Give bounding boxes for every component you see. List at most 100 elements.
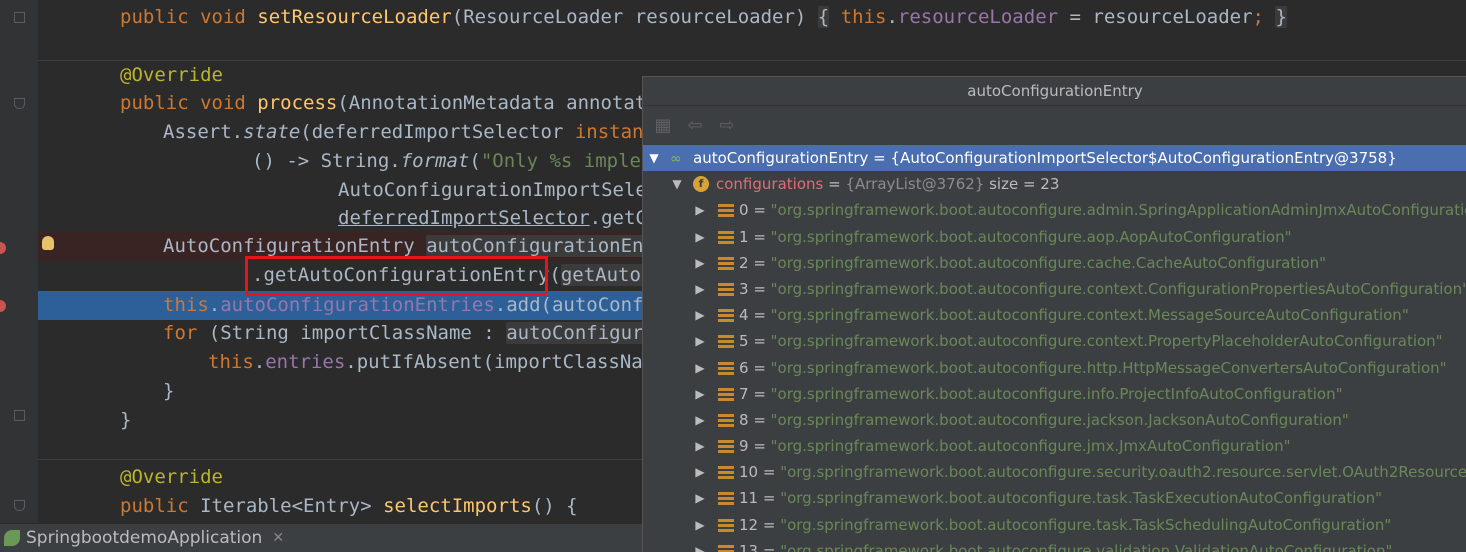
list-item[interactable]: ▶ 11 = "org.springframework.boot.autoconf… bbox=[643, 485, 1466, 511]
expand-triangle-icon[interactable]: ▶ bbox=[695, 485, 705, 511]
expand-triangle-icon[interactable]: ▶ bbox=[695, 197, 705, 223]
fold-marker-icon[interactable] bbox=[14, 98, 25, 109]
expand-triangle-icon[interactable]: ▶ bbox=[695, 407, 705, 433]
debug-inspect-popup: autoConfigurationEntry ▦ ⇦ ⇨ ▼ ∞ autoCon… bbox=[642, 76, 1466, 552]
item-value: "org.springframework.boot.autoconfigure.… bbox=[780, 463, 1466, 482]
list-element-icon bbox=[718, 492, 734, 507]
list-item[interactable]: ▶ 4 = "org.springframework.boot.autoconfi… bbox=[643, 302, 1466, 328]
tree-row-text: 7 = "org.springframework.boot.autoconfig… bbox=[739, 381, 1343, 407]
tree-row-text: 12 = "org.springframework.boot.autoconfi… bbox=[739, 512, 1391, 538]
expand-triangle-icon[interactable]: ▶ bbox=[695, 538, 705, 552]
collapse-triangle-icon[interactable]: ▼ bbox=[672, 171, 682, 197]
item-value: "org.springframework.boot.autoconfigure.… bbox=[780, 515, 1392, 534]
tree-row-text: 9 = "org.springframework.boot.autoconfig… bbox=[739, 433, 1291, 459]
equals-sign: = bbox=[748, 437, 771, 456]
run-config-tab[interactable]: SpringbootdemoApplication ✕ bbox=[0, 524, 284, 552]
expand-triangle-icon[interactable]: ▶ bbox=[695, 276, 705, 302]
list-item[interactable]: ▶ 12 = "org.springframework.boot.autoconf… bbox=[643, 512, 1466, 538]
stack-frame-icon[interactable]: ▦ bbox=[653, 117, 673, 135]
code-text: () -> String. bbox=[252, 150, 401, 172]
expand-triangle-icon[interactable]: ▶ bbox=[695, 512, 705, 538]
equals-sign: = bbox=[748, 306, 771, 325]
expand-triangle-icon[interactable]: ▶ bbox=[695, 224, 705, 250]
expand-triangle-icon[interactable]: ▶ bbox=[695, 302, 705, 328]
expand-triangle-icon[interactable]: ▶ bbox=[695, 381, 705, 407]
item-index: 2 bbox=[739, 253, 749, 272]
expand-triangle-icon[interactable]: ▶ bbox=[695, 328, 705, 354]
equals-sign: = bbox=[868, 149, 891, 167]
tree-row-text: 2 = "org.springframework.boot.autoconfig… bbox=[739, 250, 1326, 276]
highlight-annotation-box bbox=[245, 256, 548, 296]
fold-marker-icon[interactable] bbox=[14, 500, 25, 511]
list-element-icon bbox=[718, 335, 734, 350]
breakpoint-icon[interactable] bbox=[0, 300, 6, 312]
item-value: "org.springframework.boot.autoconfigure.… bbox=[770, 410, 1349, 429]
method-name: selectImports bbox=[383, 495, 532, 517]
folded-brace[interactable]: { bbox=[817, 6, 830, 28]
item-index: 11 bbox=[739, 489, 759, 508]
list-element-icon bbox=[718, 413, 734, 428]
list-element-icon bbox=[718, 361, 734, 376]
equals-sign: = bbox=[758, 515, 781, 534]
list-item[interactable]: ▶ 1 = "org.springframework.boot.autoconfi… bbox=[643, 224, 1466, 250]
expand-triangle-icon[interactable]: ▶ bbox=[695, 433, 705, 459]
equals-sign: = bbox=[748, 384, 771, 403]
list-item[interactable]: ▶ 10 = "org.springframework.boot.autoconf… bbox=[643, 459, 1466, 485]
item-index: 0 bbox=[739, 201, 749, 220]
fold-marker-icon[interactable] bbox=[14, 410, 25, 421]
item-value: "org.springframework.boot.autoconfigure.… bbox=[770, 332, 1443, 351]
annotation: @Override bbox=[120, 466, 223, 488]
variable-name: autoConfigurationEntry bbox=[693, 149, 869, 167]
equals-sign: = bbox=[823, 175, 846, 194]
item-value: "org.springframework.boot.autoconfigure.… bbox=[770, 384, 1343, 403]
field-reference: deferredImportSelector bbox=[338, 207, 590, 229]
list-item[interactable]: ▶ 9 = "org.springframework.boot.autoconfi… bbox=[643, 433, 1466, 459]
popup-title[interactable]: autoConfigurationEntry bbox=[643, 77, 1466, 106]
method-call: state bbox=[243, 121, 301, 143]
list-item[interactable]: ▶ 3 = "org.springframework.boot.autoconfi… bbox=[643, 276, 1466, 302]
variable-highlight: autoConfigurationEntr bbox=[426, 235, 667, 257]
collapse-triangle-icon[interactable]: ▼ bbox=[649, 145, 659, 171]
code-text: Iterable<Entry> bbox=[200, 495, 384, 517]
lightbulb-icon[interactable] bbox=[42, 236, 54, 250]
close-icon[interactable]: ✕ bbox=[272, 530, 284, 546]
item-index: 3 bbox=[739, 279, 749, 298]
tree-field-row[interactable]: ▼ f configurations = {ArrayList@3762} si… bbox=[643, 171, 1466, 197]
code-text: (ResourceLoader resourceLoader) bbox=[451, 6, 818, 28]
equals-sign: = bbox=[748, 358, 771, 377]
keyword: public void bbox=[120, 6, 258, 28]
variable-name: configurations bbox=[716, 175, 824, 194]
breakpoint-icon[interactable] bbox=[0, 242, 6, 254]
variables-tree[interactable]: ▼ ∞ autoConfigurationEntry = {AutoConfig… bbox=[643, 145, 1466, 552]
back-arrow-icon[interactable]: ⇦ bbox=[685, 117, 705, 135]
annotation: @Override bbox=[120, 64, 223, 86]
expand-triangle-icon[interactable]: ▶ bbox=[695, 459, 705, 485]
list-item[interactable]: ▶ 2 = "org.springframework.boot.autoconfi… bbox=[643, 250, 1466, 276]
infinity-variable-icon: ∞ bbox=[670, 151, 682, 167]
item-index: 7 bbox=[739, 384, 749, 403]
tree-root-row[interactable]: ▼ ∞ autoConfigurationEntry = {AutoConfig… bbox=[643, 145, 1466, 172]
keyword: for bbox=[163, 322, 209, 344]
item-value: "org.springframework.boot.autoconfigure.… bbox=[770, 201, 1466, 220]
tree-row-text: 1 = "org.springframework.boot.autoconfig… bbox=[739, 224, 1292, 250]
list-item[interactable]: ▶ 5 = "org.springframework.boot.autoconfi… bbox=[643, 328, 1466, 354]
expand-triangle-icon[interactable]: ▶ bbox=[695, 250, 705, 276]
fold-marker-icon[interactable] bbox=[14, 12, 25, 23]
list-item[interactable]: ▶ 0 = "org.springframework.boot.autoconfi… bbox=[643, 197, 1466, 223]
list-element-icon bbox=[718, 256, 734, 271]
expand-triangle-icon[interactable]: ▶ bbox=[695, 355, 705, 381]
field-name: resourceLoader bbox=[897, 6, 1059, 28]
list-item[interactable]: ▶ 13 = "org.springframework.boot.autoconf… bbox=[643, 538, 1466, 552]
folded-brace[interactable]: } bbox=[1275, 6, 1287, 28]
code-text: ; bbox=[1252, 6, 1264, 28]
forward-arrow-icon[interactable]: ⇨ bbox=[717, 117, 737, 135]
item-index: 10 bbox=[739, 463, 759, 482]
list-item[interactable]: ▶ 7 = "org.springframework.boot.autoconfi… bbox=[643, 381, 1466, 407]
code-text: . bbox=[208, 294, 221, 316]
list-item[interactable]: ▶ 6 = "org.springframework.boot.autoconfi… bbox=[643, 355, 1466, 381]
list-item[interactable]: ▶ 8 = "org.springframework.boot.autoconfi… bbox=[643, 407, 1466, 433]
list-element-icon bbox=[718, 204, 734, 219]
spring-boot-icon bbox=[4, 530, 20, 546]
